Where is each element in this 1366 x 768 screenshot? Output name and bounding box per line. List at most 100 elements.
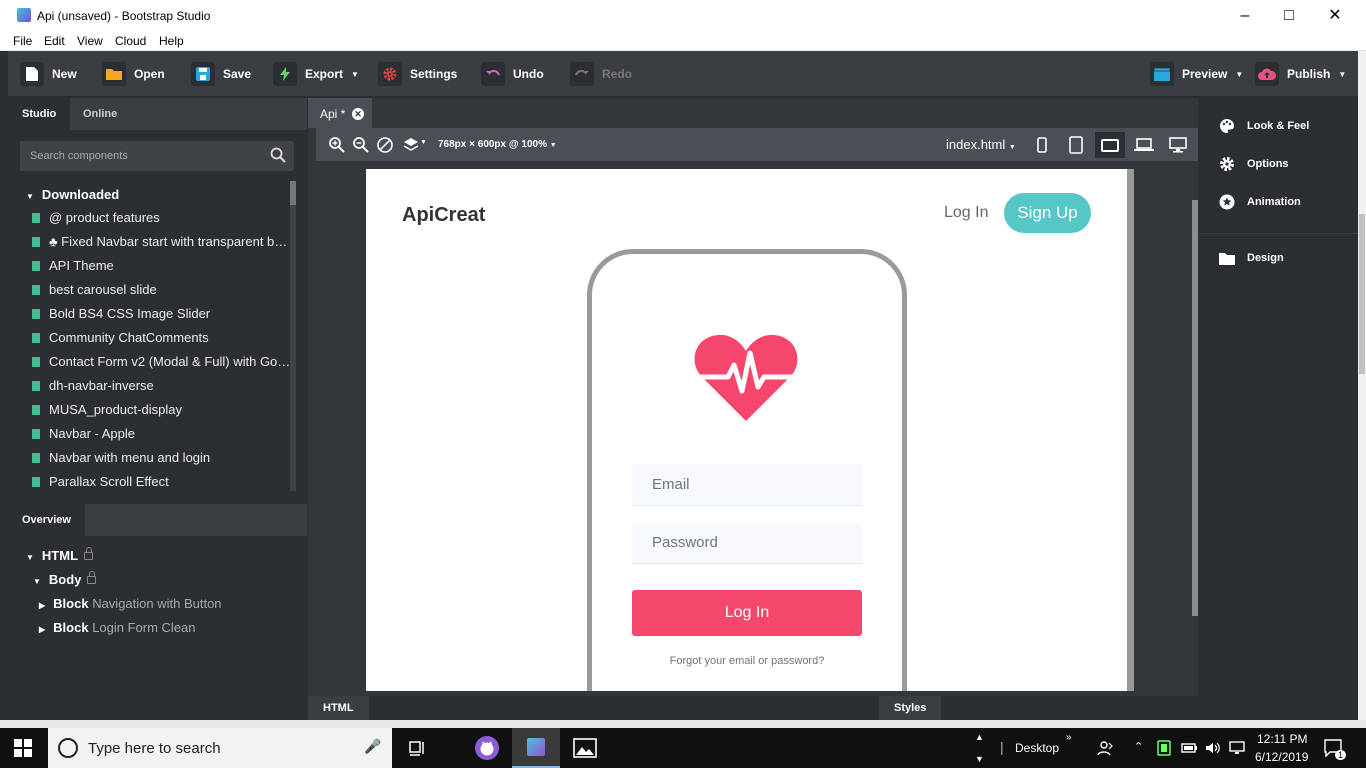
gear-icon — [1219, 156, 1235, 172]
look-and-feel-button[interactable]: Look & Feel — [1219, 118, 1309, 134]
tab-overview[interactable]: Overview — [8, 504, 85, 536]
design-area: Api * ✕ ▼ 768px × 600px @ 100% ▼ index.h… — [308, 98, 1198, 720]
chevron-down-icon[interactable]: ▼ — [975, 754, 984, 764]
task-view-button[interactable] — [393, 728, 441, 768]
animation-button[interactable]: Animation — [1219, 194, 1301, 210]
close-icon[interactable]: ✕ — [352, 108, 364, 120]
viewport-size[interactable]: 768px × 600px @ 100% ▼ — [438, 139, 557, 150]
taskbar-app-photos[interactable] — [561, 728, 609, 768]
tray-app-icon[interactable] — [1157, 740, 1171, 756]
taskbar-app-bootstrap-studio[interactable] — [512, 728, 560, 768]
network-icon[interactable] — [1228, 740, 1246, 756]
layers-icon[interactable] — [402, 136, 420, 154]
settings-button[interactable]: Settings — [378, 62, 457, 86]
undo-button[interactable]: Undo — [481, 62, 544, 86]
desktop-monitor-icon — [1169, 137, 1187, 153]
new-button[interactable]: New — [20, 62, 77, 86]
people-icon[interactable] — [1097, 739, 1115, 757]
design-button[interactable]: Design — [1219, 250, 1284, 266]
taskbar-search-box[interactable]: Type here to search 🎤 — [48, 728, 392, 768]
frame-scrollbar[interactable] — [1127, 169, 1134, 691]
menu-view[interactable]: View — [77, 34, 103, 48]
list-item[interactable]: @ product features — [8, 206, 292, 230]
microphone-icon[interactable]: 🎤 — [364, 738, 381, 755]
tab-html[interactable]: HTML — [308, 696, 369, 720]
taskbar-app-github[interactable] — [463, 728, 511, 768]
scrollbar-thumb[interactable] — [290, 181, 296, 205]
forgot-password-link[interactable]: Forgot your email or password? — [632, 655, 862, 667]
maximize-button[interactable]: □ — [1266, 0, 1312, 31]
overview-block-navigation[interactable]: ▶ Block Navigation with Button — [39, 596, 222, 611]
windows-start-icon[interactable] — [14, 739, 32, 757]
preview-button[interactable]: Preview ▼ — [1150, 62, 1243, 86]
login-button[interactable]: Log In — [632, 590, 862, 636]
save-button[interactable]: Save — [191, 62, 251, 86]
overview-body-node[interactable]: ▼ Body — [33, 571, 97, 587]
search-icon[interactable] — [270, 147, 286, 163]
double-chevron-icon[interactable]: » — [1066, 732, 1072, 743]
clock-date[interactable]: 6/12/2019 — [1255, 750, 1308, 764]
chevron-up-icon[interactable]: ▲ — [975, 732, 984, 742]
menu-file[interactable]: File — [13, 34, 32, 48]
page-preview-frame[interactable]: ApiCreat Log In Sign Up Log In Forgot yo… — [366, 169, 1134, 691]
email-field[interactable] — [632, 464, 862, 506]
nav-login-link[interactable]: Log In — [944, 204, 988, 222]
design-area-scrollbar[interactable] — [1192, 200, 1198, 616]
export-button[interactable]: Export ▼ — [273, 62, 359, 86]
menu-edit[interactable]: Edit — [44, 34, 65, 48]
redo-button[interactable]: Redo — [570, 62, 632, 86]
overview-html-node[interactable]: ▼ HTML — [26, 547, 94, 563]
desktop-toolbar-label[interactable]: Desktop — [1015, 741, 1059, 755]
chevron-up-icon[interactable]: ⌃ — [1134, 740, 1143, 753]
close-window-button[interactable]: ✕ — [1312, 0, 1358, 31]
component-list-scrollbar[interactable] — [290, 181, 296, 491]
list-item[interactable]: Navbar with menu and login — [8, 446, 292, 470]
document-tab[interactable]: Api * ✕ — [308, 98, 372, 128]
tab-styles[interactable]: Styles — [879, 696, 942, 720]
device-laptop-button[interactable] — [1129, 132, 1159, 158]
device-desktop-button[interactable] — [1163, 132, 1193, 158]
zoom-in-icon[interactable] — [328, 136, 346, 154]
list-item[interactable]: Community ChatComments — [8, 326, 292, 350]
zoom-out-icon[interactable] — [352, 136, 370, 154]
list-item[interactable]: API Theme — [8, 254, 292, 278]
list-item[interactable]: Bold BS4 CSS Image Slider — [8, 302, 292, 326]
search-input[interactable] — [20, 141, 260, 171]
downloaded-group[interactable]: ▼ Downloaded — [26, 187, 119, 202]
list-item[interactable]: ♣ Fixed Navbar start with transparent ba… — [8, 230, 292, 254]
tab-online[interactable]: Online — [69, 98, 131, 130]
rotate-icon[interactable] — [376, 136, 394, 154]
task-view-icon — [409, 741, 424, 756]
clock-time[interactable]: 12:11 PM — [1257, 732, 1307, 746]
cloud-upload-icon — [1255, 62, 1279, 86]
settings-label: Settings — [410, 67, 458, 81]
menu-help[interactable]: Help — [159, 34, 184, 48]
sign-up-button[interactable]: Sign Up — [1004, 193, 1091, 233]
password-field[interactable] — [632, 522, 862, 564]
device-phone-button[interactable] — [1027, 132, 1057, 158]
list-item[interactable]: best carousel slide — [8, 278, 292, 302]
list-item[interactable]: Navbar - Apple — [8, 422, 292, 446]
device-tablet-landscape-button[interactable] — [1095, 132, 1125, 158]
list-item[interactable]: MUSA_product-display — [8, 398, 292, 422]
page-selector[interactable]: index.html ▼ — [946, 137, 1016, 152]
tab-studio[interactable]: Studio — [8, 98, 71, 130]
open-button[interactable]: Open — [102, 62, 165, 86]
bootstrap-studio-icon — [527, 738, 545, 756]
publish-button[interactable]: Publish ▼ — [1255, 62, 1346, 86]
scrollbar-thumb[interactable] — [1359, 214, 1365, 374]
list-item[interactable]: Contact Form v2 (Modal & Full) with Goog… — [8, 350, 292, 374]
navbar-brand[interactable]: ApiCreat — [402, 204, 485, 227]
overview-block-login[interactable]: ▶ Block Login Form Clean — [39, 620, 196, 635]
list-item[interactable]: Parallax Scroll Effect — [8, 470, 292, 494]
chevron-down-icon: ▼ — [1235, 69, 1244, 79]
page-icon — [32, 309, 40, 319]
battery-icon[interactable] — [1181, 741, 1197, 755]
window-scrollbar[interactable] — [1358, 51, 1366, 720]
menu-cloud[interactable]: Cloud — [115, 34, 146, 48]
minimize-button[interactable]: – — [1222, 0, 1268, 31]
device-tablet-button[interactable] — [1061, 132, 1091, 158]
volume-icon[interactable] — [1204, 740, 1220, 756]
list-item[interactable]: dh-navbar-inverse — [8, 374, 292, 398]
options-button[interactable]: Options — [1219, 156, 1289, 172]
